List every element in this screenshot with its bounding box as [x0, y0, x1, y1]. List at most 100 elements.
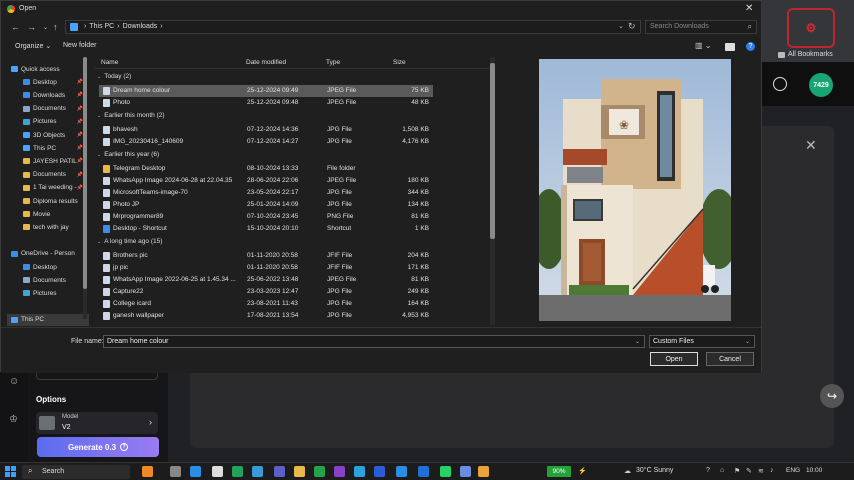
column-type[interactable]: Type [326, 59, 340, 66]
file-type-select[interactable]: Custom Files [649, 335, 755, 348]
credits-badge[interactable]: 7429 [809, 73, 833, 97]
chevron-down-icon[interactable]: ⌄ [618, 22, 624, 30]
address-bar[interactable]: › This PC › Downloads › ⌄ ↻ [65, 20, 641, 34]
close-icon[interactable]: ✕ [805, 137, 817, 154]
folder-icon[interactable] [294, 466, 305, 477]
task-view-icon[interactable] [170, 466, 181, 477]
file-name-input[interactable]: Dream home colour [103, 335, 645, 348]
group-header[interactable]: ⌄ A long time ago (15) [97, 238, 162, 245]
whatsapp-icon[interactable] [440, 466, 451, 477]
nav-item[interactable]: Desktop [7, 261, 89, 273]
weather-label[interactable]: 30°C Sunny [636, 467, 673, 474]
breadcrumb-this-pc[interactable]: This PC [89, 23, 114, 30]
photos-icon[interactable] [460, 466, 471, 477]
telegram-icon[interactable] [354, 466, 365, 477]
excel-icon[interactable] [232, 466, 243, 477]
file-row[interactable]: WhatsApp Image 2022-06-25 at 1.45.34 ...… [99, 274, 433, 286]
flag-icon[interactable]: ⚑ [734, 467, 740, 475]
file-row[interactable]: Dream home colour 25-12-2024 09:49 JPEG Fi… [99, 85, 433, 97]
organize-button[interactable]: Organize ⌄ [15, 42, 51, 50]
close-icon[interactable]: ✕ [745, 3, 753, 14]
windows-start-icon[interactable] [5, 466, 16, 477]
nav-scrollbar[interactable] [83, 57, 87, 319]
nav-item[interactable]: tech with jay [7, 221, 89, 233]
file-row[interactable]: Photo 25-12-2024 09:48 JPEG File 48 KB [99, 97, 433, 109]
word-icon[interactable] [374, 466, 385, 477]
file-row[interactable]: Desktop - Shortcut 15-10-2024 20:10 Shortc… [99, 223, 433, 235]
group-header[interactable]: ⌄ Earlier this year (6) [97, 151, 159, 158]
nav-item[interactable]: 1 Tai weeding - 📌 [7, 182, 89, 194]
nav-item[interactable]: Pictures 📌 [7, 116, 89, 128]
column-size[interactable]: Size [393, 59, 406, 66]
generate-button[interactable]: Generate 0.3 ? [37, 437, 159, 457]
file-list-scrollbar[interactable] [490, 57, 495, 325]
nav-item[interactable]: Movie [7, 208, 89, 220]
sheets-icon[interactable] [314, 466, 325, 477]
file-row[interactable]: IMG_20230416_140609 07-12-2024 14:27 JPG F… [99, 136, 433, 148]
scroll-thumb[interactable] [490, 63, 495, 239]
file-row[interactable]: Photo JP 25-01-2024 14:09 JPG File 134 KB [99, 199, 433, 211]
nav-item[interactable]: OneDrive - Person [7, 248, 89, 260]
nav-item[interactable]: This PC [7, 313, 89, 326]
view-options-icon[interactable]: ▥ ⌄ [695, 41, 711, 50]
nav-item[interactable]: 3D Objects 📌 [7, 129, 89, 141]
nav-item[interactable]: Pictures [7, 287, 89, 299]
chrome-icon[interactable] [212, 466, 223, 477]
nav-item[interactable]: JAYESH PATIL 📌 [7, 155, 89, 167]
model-selector[interactable]: Model V2 › [36, 412, 158, 434]
file-row[interactable]: Telegram Desktop 08-10-2024 13:33 File fol… [99, 163, 433, 175]
clock[interactable]: 10:00 [806, 467, 822, 474]
file-row[interactable]: bhavesh 07-12-2024 14:36 JPG File 1,508 KB [99, 124, 433, 136]
file-row[interactable]: WhatsApp Image 2024-06-28 at 22.04.35 28-… [99, 175, 433, 187]
group-header[interactable]: ⌄ Today (2) [97, 73, 131, 80]
help-icon[interactable]: ? [746, 42, 755, 51]
network-icon[interactable]: ⌂ [720, 467, 724, 474]
user-icon[interactable]: ☺ [9, 376, 20, 387]
forward-arrow-icon[interactable]: → [27, 22, 36, 32]
scroll-thumb[interactable] [83, 57, 87, 289]
nav-item[interactable]: Desktop 📌 [7, 76, 89, 88]
wifi-icon[interactable]: ≋ [758, 467, 764, 475]
breadcrumb-downloads[interactable]: Downloads [123, 23, 158, 30]
chevron-down-icon[interactable]: ⌄ [43, 24, 48, 31]
nav-item[interactable]: Downloads 📌 [7, 89, 89, 101]
search-input[interactable]: Search Downloads ⌕ [645, 20, 757, 34]
new-folder-button[interactable]: New folder [63, 42, 96, 49]
file-row[interactable]: jp pic 01-11-2020 20:58 JFIF File 171 KB [99, 262, 433, 274]
group-header[interactable]: ⌄ Earlier this month (2) [97, 112, 165, 119]
language-indicator[interactable]: ENG [786, 467, 800, 474]
volume-icon[interactable]: ♪ [770, 467, 774, 474]
preview-pane-icon[interactable] [725, 43, 735, 51]
all-bookmarks-button[interactable]: All Bookmarks [778, 51, 833, 58]
teams-icon[interactable] [274, 466, 285, 477]
file-row[interactable]: ganesh wallpaper 17-08-2021 13:54 JPG File… [99, 310, 433, 322]
nav-item[interactable]: This PC 📌 [7, 142, 89, 154]
file-row[interactable]: Brothers pic 01-11-2020 20:58 JFIF File 204… [99, 250, 433, 262]
share-icon[interactable]: ↪ [820, 384, 844, 408]
refresh-icon[interactable]: ↻ [628, 21, 636, 32]
nav-item[interactable]: Documents 📌 [7, 103, 89, 115]
nav-item[interactable]: Documents 📌 [7, 169, 89, 181]
crown-icon[interactable]: ♔ [9, 414, 20, 425]
column-name[interactable]: Name [101, 59, 118, 66]
up-arrow-icon[interactable]: ↑ [53, 22, 58, 32]
nav-item[interactable]: Quick access [7, 63, 89, 75]
chevron-down-icon[interactable]: ⌄ [635, 338, 640, 345]
edge-icon[interactable] [252, 466, 263, 477]
column-date-modified[interactable]: Date modified [246, 59, 286, 66]
open-button[interactable]: Open [650, 352, 698, 366]
file-row[interactable]: Mrprogrammer89 07-10-2024 23:45 PNG File 81… [99, 211, 433, 223]
browser-icon[interactable] [396, 466, 407, 477]
nav-item[interactable]: Diploma results [7, 195, 89, 207]
file-row[interactable]: MicrosoftTeams-image-70 23-05-2024 22:17 J… [99, 187, 433, 199]
taskbar-search[interactable]: ⌕ Search [22, 465, 130, 479]
onenote-icon[interactable] [334, 466, 345, 477]
back-arrow-icon[interactable]: ← [11, 22, 20, 32]
file-row[interactable]: College icard 23-08-2021 11:43 JPG File 164… [99, 298, 433, 310]
globe-icon[interactable] [773, 77, 787, 91]
nav-item[interactable]: Documents [7, 274, 89, 286]
help-icon[interactable]: ? [706, 467, 710, 474]
edge-icon[interactable] [190, 466, 201, 477]
outlook-icon[interactable] [418, 466, 429, 477]
chevron-down-icon[interactable]: ⌄ [745, 338, 750, 345]
